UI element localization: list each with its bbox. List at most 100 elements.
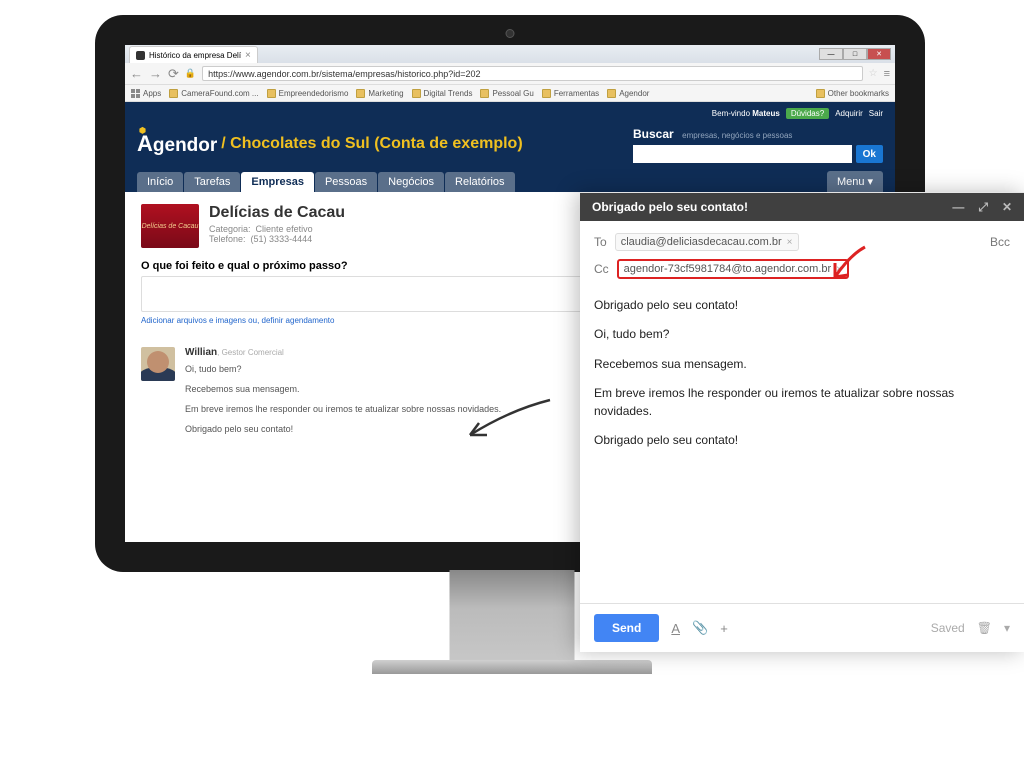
url-bar[interactable]: https://www.agendor.com.br/sistema/empre… bbox=[202, 66, 862, 81]
browser-titlebar: Histórico da empresa Delí × — □ ✕ bbox=[125, 45, 895, 63]
menu-icon[interactable]: ≡ bbox=[884, 68, 890, 80]
logo-letter: ⬢A bbox=[137, 131, 153, 157]
monitor-base bbox=[372, 660, 652, 674]
more-icon[interactable]: + bbox=[720, 621, 728, 636]
tab-negocios[interactable]: Negócios bbox=[378, 172, 444, 192]
attach-icon[interactable]: 📎 bbox=[692, 620, 708, 636]
tab-tarefas[interactable]: Tarefas bbox=[184, 172, 240, 192]
apps-icon bbox=[131, 89, 140, 98]
history-author: Willian bbox=[185, 347, 217, 358]
company-logo: Delícias de Cacau bbox=[141, 204, 199, 248]
close-icon[interactable]: ✕ bbox=[1002, 200, 1012, 215]
breadcrumb: / Chocolates do Sul (Conta de exemplo) bbox=[221, 135, 522, 153]
schedule-link[interactable]: definir agendamento bbox=[262, 316, 335, 325]
welcome-bar: Bem-vindo Mateus Dúvidas? Adquirir Sair bbox=[712, 108, 883, 119]
bookmark-item[interactable]: Pessoal Gu bbox=[480, 89, 533, 98]
history-line: Oi, tudo bem? bbox=[185, 364, 501, 374]
options-icon[interactable]: ▾ bbox=[1004, 621, 1010, 635]
forward-icon[interactable]: → bbox=[149, 66, 162, 81]
tab-pessoas[interactable]: Pessoas bbox=[315, 172, 377, 192]
search-area: Buscar empresas, negócios e pessoas Ok bbox=[633, 125, 883, 163]
folder-icon bbox=[816, 89, 825, 98]
folder-icon bbox=[542, 89, 551, 98]
add-files-link[interactable]: Adicionar arquivos e imagens bbox=[141, 316, 246, 325]
browser-toolbar: ← → ⟳ 🔒 https://www.agendor.com.br/siste… bbox=[125, 63, 895, 85]
history-role: , Gestor Comercial bbox=[217, 348, 284, 357]
cc-field[interactable]: Cc agendor-73cf5981784@to.agendor.com.br… bbox=[594, 255, 1010, 283]
to-field[interactable]: To claudia@deliciasdecacau.com.br × Bcc bbox=[594, 229, 1010, 255]
search-hint: empresas, negócios e pessoas bbox=[682, 131, 792, 140]
bcc-toggle[interactable]: Bcc bbox=[990, 235, 1010, 249]
search-ok-button[interactable]: Ok bbox=[856, 145, 883, 163]
url-text: https://www.agendor.com.br/sistema/empre… bbox=[208, 69, 480, 79]
minimize-icon[interactable]: — bbox=[952, 200, 964, 215]
tab-relatorios[interactable]: Relatórios bbox=[445, 172, 515, 192]
chip-remove-icon[interactable]: × bbox=[836, 264, 842, 275]
lock-icon: 🔒 bbox=[185, 68, 196, 79]
compose-body[interactable]: Obrigado pelo seu contato! Oi, tudo bem?… bbox=[580, 283, 1024, 475]
back-icon[interactable]: ← bbox=[130, 66, 143, 81]
monitor-stand bbox=[450, 570, 575, 665]
expand-icon[interactable]: ⤢ bbox=[978, 200, 988, 215]
search-input[interactable] bbox=[633, 145, 852, 163]
chip-remove-icon[interactable]: × bbox=[787, 237, 793, 248]
bookmark-item[interactable]: Agendor bbox=[607, 89, 649, 98]
apps-shortcut[interactable]: Apps bbox=[131, 89, 161, 98]
bookmark-item[interactable]: Empreendedorismo bbox=[267, 89, 349, 98]
other-bookmarks[interactable]: Other bookmarks bbox=[816, 89, 889, 98]
cc-chip-highlighted[interactable]: agendor-73cf5981784@to.agendor.com.br × bbox=[617, 259, 849, 279]
nav-tabs: Início Tarefas Empresas Pessoas Negócios… bbox=[137, 171, 883, 192]
bookmark-star-icon[interactable]: ☆ bbox=[869, 68, 878, 79]
reload-icon[interactable]: ⟳ bbox=[168, 66, 179, 82]
folder-icon bbox=[267, 89, 276, 98]
maximize-button[interactable]: □ bbox=[843, 48, 867, 60]
to-chip[interactable]: claudia@deliciasdecacau.com.br × bbox=[615, 233, 799, 251]
compose-window: Obrigado pelo seu contato! — ⤢ ✕ To clau… bbox=[580, 192, 1024, 652]
company-name: Delícias de Cacau bbox=[209, 204, 345, 222]
folder-icon bbox=[356, 89, 365, 98]
search-label: Buscar bbox=[633, 127, 674, 141]
body-line: Obrigado pelo seu contato! bbox=[594, 432, 1010, 449]
send-button[interactable]: Send bbox=[594, 614, 659, 642]
camera-icon bbox=[506, 29, 515, 38]
folder-icon bbox=[480, 89, 489, 98]
acquire-link[interactable]: Adquirir bbox=[835, 109, 863, 118]
body-line: Obrigado pelo seu contato! bbox=[594, 297, 1010, 314]
body-line: Recebemos sua mensagem. bbox=[594, 356, 1010, 373]
bookmark-item[interactable]: Marketing bbox=[356, 89, 403, 98]
chevron-down-icon: ▾ bbox=[867, 175, 873, 188]
body-line: Oi, tudo bem? bbox=[594, 326, 1010, 343]
bookmark-item[interactable]: Digital Trends bbox=[412, 89, 473, 98]
help-button[interactable]: Dúvidas? bbox=[786, 108, 829, 119]
tab-inicio[interactable]: Início bbox=[137, 172, 183, 192]
bookmark-item[interactable]: Ferramentas bbox=[542, 89, 599, 98]
avatar bbox=[141, 347, 175, 381]
compose-footer: Send A 📎 + Saved 🗑 ▾ bbox=[580, 603, 1024, 652]
folder-icon bbox=[607, 89, 616, 98]
favicon-icon bbox=[136, 51, 145, 60]
compose-header[interactable]: Obrigado pelo seu contato! — ⤢ ✕ bbox=[580, 193, 1024, 221]
to-label: To bbox=[594, 235, 607, 249]
saved-label: Saved bbox=[931, 621, 965, 635]
body-line: Em breve iremos lhe responder ou iremos … bbox=[594, 385, 1010, 420]
minimize-button[interactable]: — bbox=[819, 48, 843, 60]
history-line: Em breve iremos lhe responder ou iremos … bbox=[185, 404, 501, 414]
logo[interactable]: ⬢Agendor bbox=[137, 131, 217, 157]
tab-close-icon[interactable]: × bbox=[245, 50, 251, 61]
history-line: Recebemos sua mensagem. bbox=[185, 384, 501, 394]
close-button[interactable]: ✕ bbox=[867, 48, 891, 60]
folder-icon bbox=[169, 89, 178, 98]
trash-icon[interactable]: 🗑 bbox=[977, 621, 992, 635]
logout-link[interactable]: Sair bbox=[869, 109, 883, 118]
cc-label: Cc bbox=[594, 262, 609, 276]
folder-icon bbox=[412, 89, 421, 98]
bookmark-item[interactable]: CameraFound.com ... bbox=[169, 89, 258, 98]
browser-tab[interactable]: Histórico da empresa Delí × bbox=[129, 46, 258, 63]
app-header: Bem-vindo Mateus Dúvidas? Adquirir Sair … bbox=[125, 102, 895, 192]
menu-dropdown[interactable]: Menu▾ bbox=[827, 171, 883, 192]
history-line: Obrigado pelo seu contato! bbox=[185, 424, 501, 434]
format-icon[interactable]: A bbox=[671, 621, 680, 636]
compose-subject: Obrigado pelo seu contato! bbox=[592, 200, 748, 214]
window-controls: — □ ✕ bbox=[819, 48, 891, 60]
tab-empresas[interactable]: Empresas bbox=[241, 172, 314, 192]
